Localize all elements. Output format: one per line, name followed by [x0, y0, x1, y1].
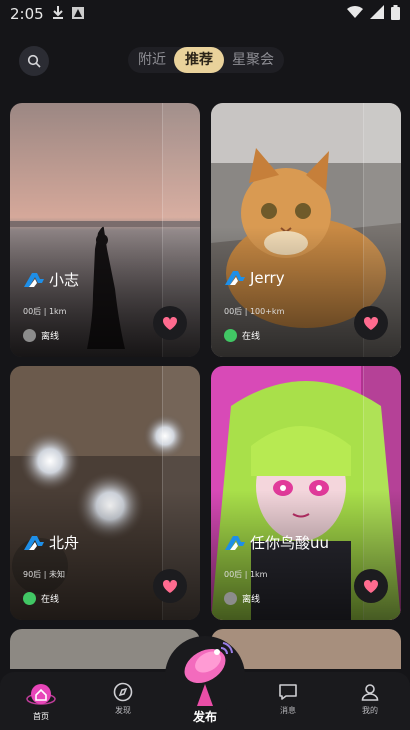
- online-status: 离线: [23, 329, 59, 342]
- search-button[interactable]: [19, 46, 49, 76]
- name-row: 任你鸟酸uu: [224, 532, 329, 553]
- download-icon: [52, 5, 64, 23]
- status-dot: [23, 329, 36, 342]
- message-icon: [279, 684, 297, 700]
- compass-icon: [113, 682, 133, 702]
- nav-messages[interactable]: 消息: [260, 682, 316, 716]
- nav-home[interactable]: 首页: [13, 682, 69, 722]
- user-icon: [361, 684, 379, 701]
- status-dot: [23, 592, 36, 605]
- online-status: 离线: [224, 592, 260, 605]
- nav-label: 首页: [33, 712, 49, 721]
- status-label: 离线: [41, 332, 60, 342]
- nav-label: 消息: [280, 706, 296, 715]
- name-row: 小志: [23, 269, 79, 290]
- wifi-icon: [347, 5, 363, 23]
- satellite-dish-icon: [184, 642, 233, 706]
- name-row: 北舟: [23, 532, 79, 553]
- user-meta: 90后 | 未知: [23, 570, 65, 579]
- status-label: 在线: [242, 332, 261, 342]
- signal-icon: [370, 5, 384, 23]
- nav-label: 我的: [362, 706, 378, 715]
- user-card[interactable]: 北舟 90后 | 未知 在线: [10, 366, 200, 620]
- user-name: 任你鸟酸uu: [250, 534, 330, 552]
- status-label: 在线: [41, 595, 60, 605]
- heart-icon: [363, 579, 379, 593]
- tab-star-party[interactable]: 星聚会: [224, 47, 282, 73]
- status-label: 离线: [242, 595, 261, 605]
- status-bar: 2:05: [0, 0, 410, 28]
- user-meta: 00后 | 100+km: [224, 307, 285, 316]
- home-icon: [26, 684, 56, 705]
- nav-label: 发现: [115, 706, 131, 715]
- app-screen: 2:05 附近 推荐 星聚会 小志 00后 | 1km 离线 Jerry 00后…: [0, 0, 410, 730]
- heart-icon: [162, 316, 178, 330]
- tab-recommended[interactable]: 推荐: [174, 47, 224, 73]
- notification-icon: [71, 5, 84, 23]
- like-button[interactable]: [153, 569, 187, 603]
- user-card[interactable]: Jerry 00后 | 100+km 在线: [211, 103, 401, 357]
- tab-nearby[interactable]: 附近: [130, 47, 174, 73]
- status-time: 2:05: [10, 5, 44, 23]
- top-nav: 附近 推荐 星聚会: [0, 40, 410, 80]
- nav-discover[interactable]: 发现: [95, 682, 151, 716]
- verified-badge-icon: [24, 535, 44, 550]
- user-meta: 00后 | 1km: [224, 570, 268, 579]
- feed-tabs: 附近 推荐 星聚会: [128, 47, 284, 73]
- online-status: 在线: [23, 592, 59, 605]
- name-row: Jerry: [224, 269, 285, 287]
- nav-profile[interactable]: 我的: [342, 682, 398, 716]
- heart-icon: [363, 316, 379, 330]
- user-meta: 00后 | 1km: [23, 307, 67, 316]
- battery-icon: [391, 4, 400, 24]
- search-icon: [27, 54, 41, 68]
- user-card[interactable]: 小志 00后 | 1km 离线: [10, 103, 200, 357]
- verified-badge-icon: [24, 272, 44, 287]
- publish-label: 发布: [192, 710, 217, 724]
- verified-badge-icon: [225, 535, 245, 550]
- user-name: Jerry: [250, 269, 285, 287]
- publish-button[interactable]: 发布: [165, 636, 245, 730]
- verified-badge-icon: [225, 271, 245, 285]
- heart-icon: [162, 579, 178, 593]
- like-button[interactable]: [153, 306, 187, 340]
- status-dot: [224, 329, 237, 342]
- like-button[interactable]: [354, 569, 388, 603]
- online-status: 在线: [224, 329, 260, 342]
- status-dot: [224, 592, 237, 605]
- like-button[interactable]: [354, 306, 388, 340]
- user-name: 北舟: [49, 534, 80, 552]
- user-card[interactable]: 任你鸟酸uu 00后 | 1km 离线: [211, 366, 401, 620]
- user-name: 小志: [49, 271, 80, 289]
